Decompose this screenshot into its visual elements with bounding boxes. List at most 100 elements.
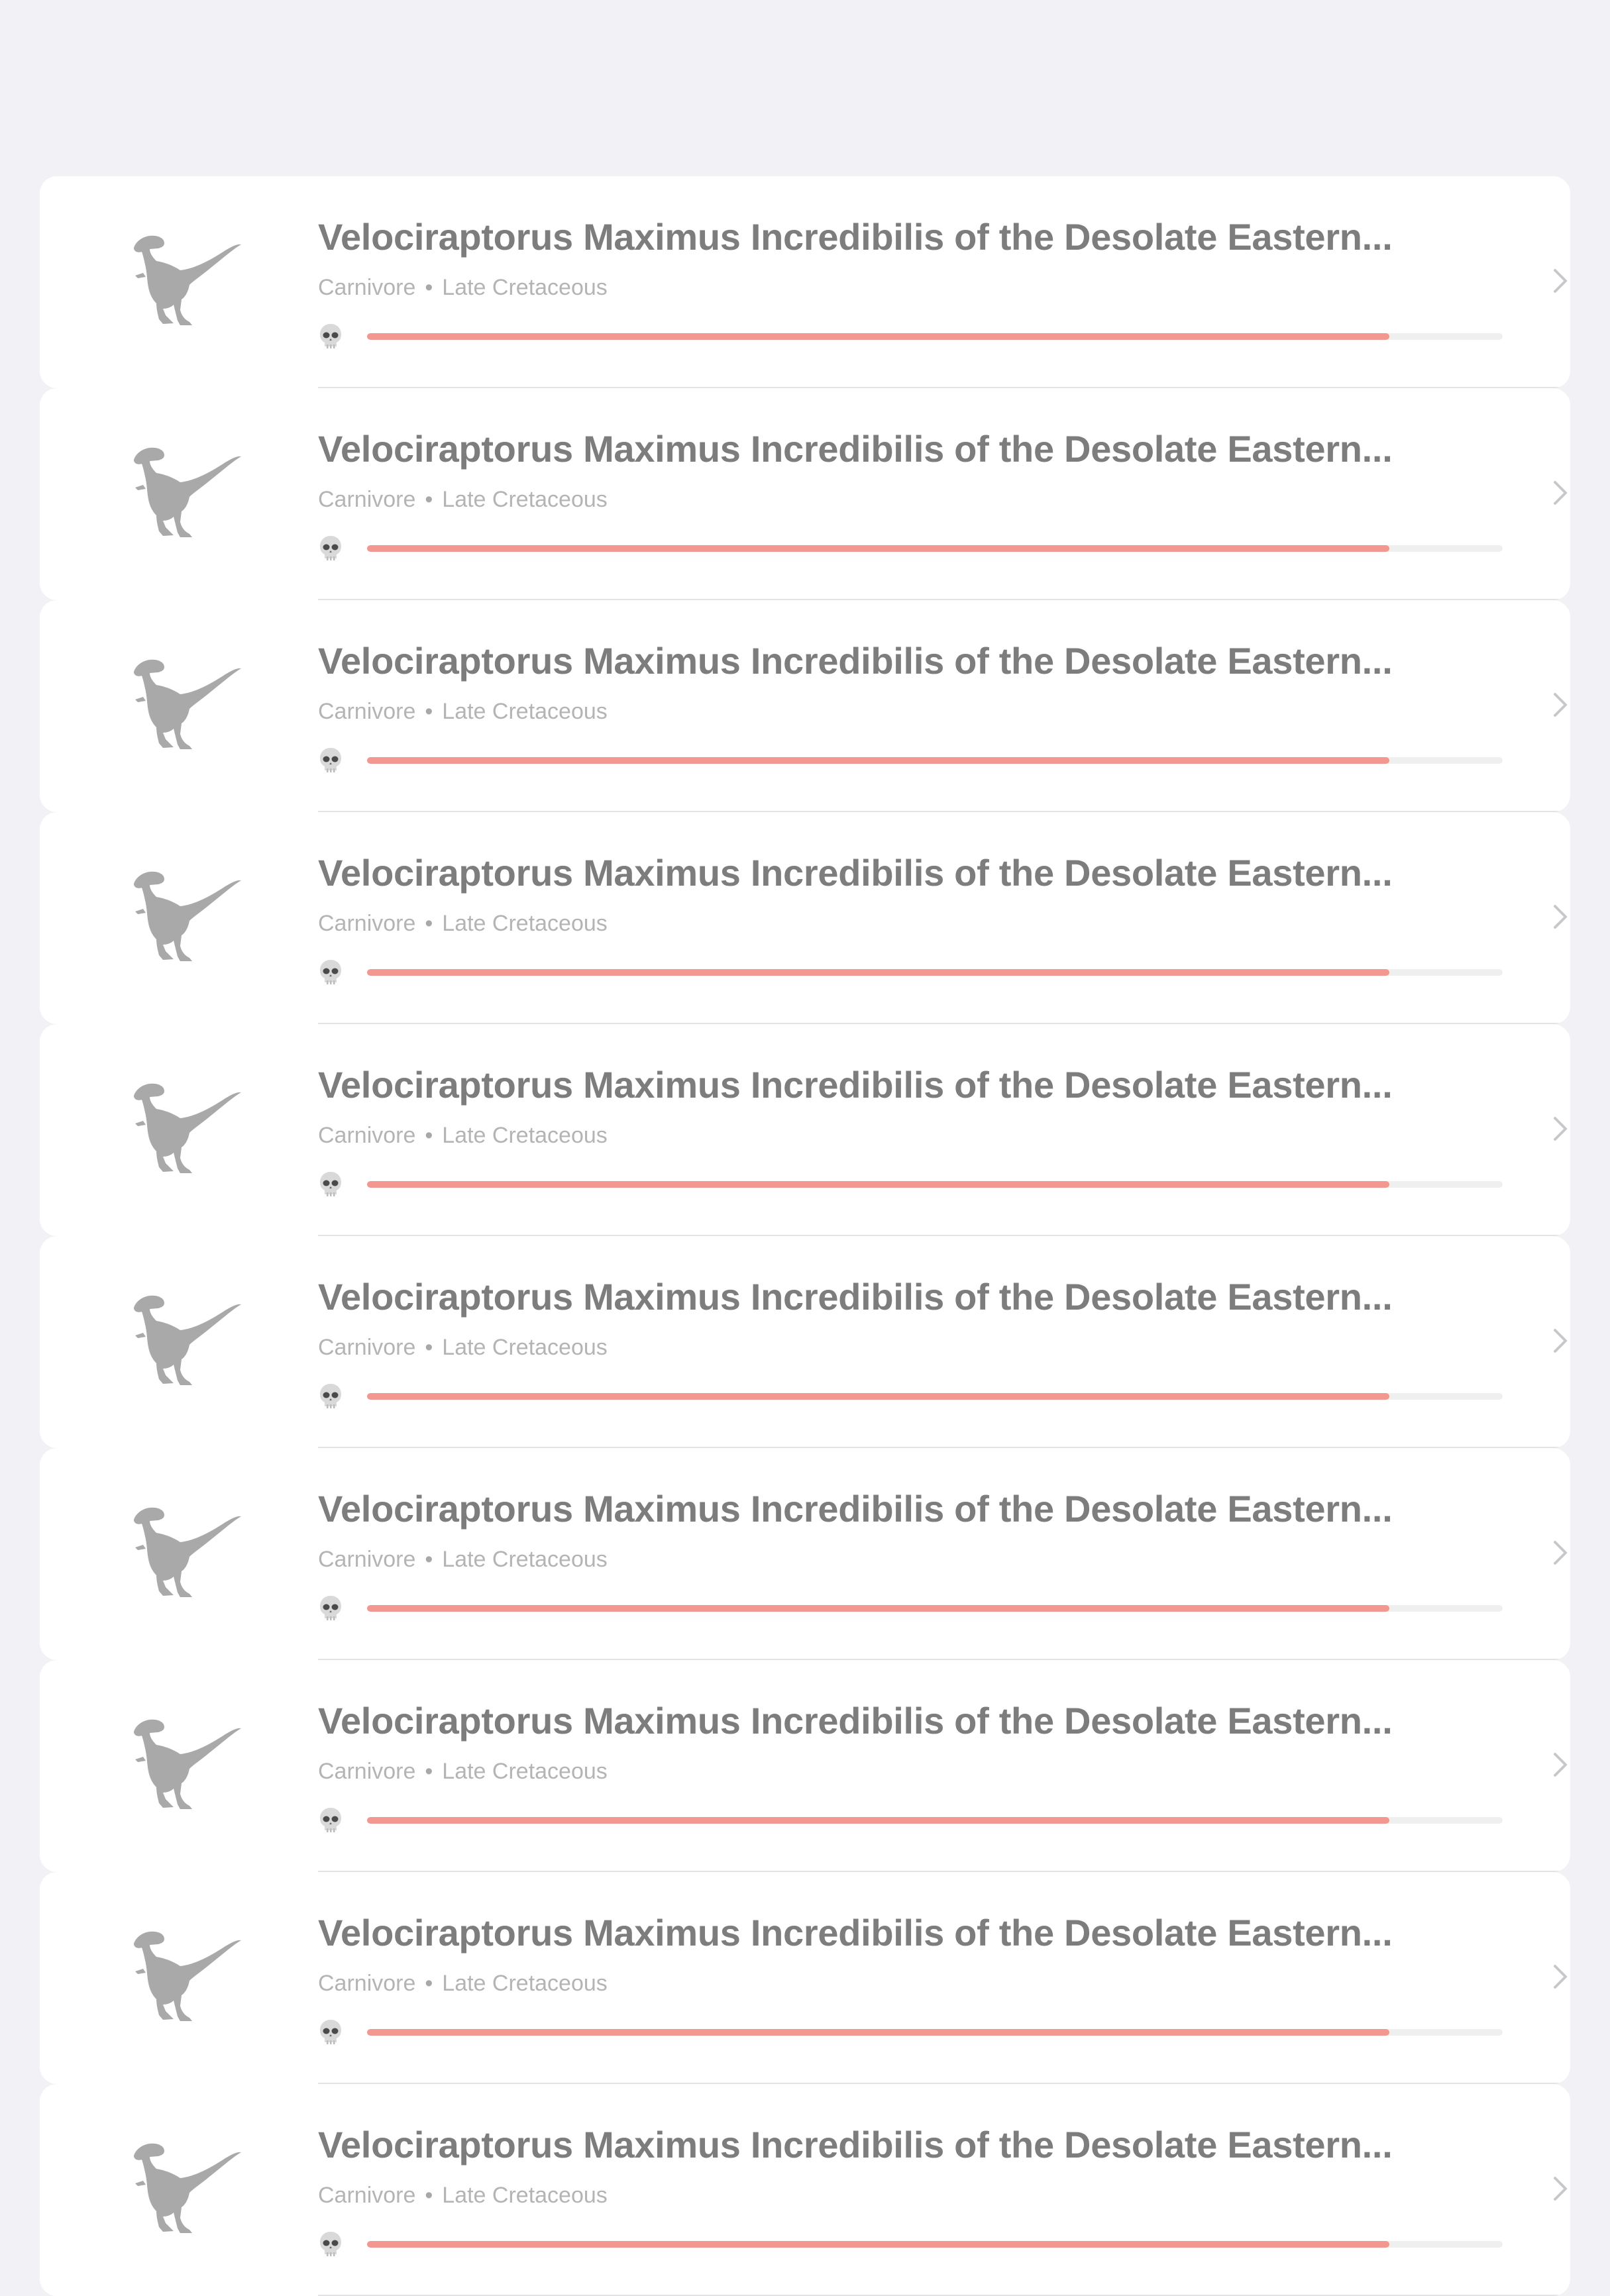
item-title: Velociraptorus Maximus Incredibilis of t… (318, 1276, 1393, 1318)
danger-progress-fill (367, 1393, 1389, 1400)
chevron-right-icon[interactable] (1552, 2175, 1569, 2202)
skull-icon (318, 2230, 343, 2258)
list-item[interactable]: Velociraptorus Maximus Incredibilis of t… (40, 2084, 1570, 2296)
chevron-right-icon[interactable] (1552, 1963, 1569, 1990)
separator-dot: • (425, 699, 433, 724)
skull-icon (318, 959, 343, 986)
list-item[interactable]: Velociraptorus Maximus Incredibilis of t… (40, 1660, 1570, 1872)
diet-label: Carnivore (318, 1335, 416, 1360)
danger-progress-bar (367, 969, 1503, 976)
chevron-right-icon[interactable] (1552, 480, 1569, 506)
separator-dot: • (425, 487, 433, 512)
item-subtitle: Carnivore • Late Cretaceous (318, 697, 608, 726)
separator-dot: • (425, 911, 433, 936)
chevron-right-icon[interactable] (1552, 904, 1569, 930)
danger-progress-fill (367, 969, 1389, 976)
list-item[interactable]: Velociraptorus Maximus Incredibilis of t… (40, 812, 1570, 1024)
chevron-right-icon[interactable] (1552, 1539, 1569, 1566)
danger-progress-fill (367, 1181, 1389, 1188)
raptor-icon (130, 1502, 242, 1600)
raptor-icon (130, 1714, 242, 1812)
list-item[interactable]: Velociraptorus Maximus Incredibilis of t… (40, 1872, 1570, 2084)
period-label: Late Cretaceous (442, 1971, 608, 1996)
period-label: Late Cretaceous (442, 487, 608, 512)
item-title: Velociraptorus Maximus Incredibilis of t… (318, 1488, 1393, 1530)
list-item[interactable]: Velociraptorus Maximus Incredibilis of t… (40, 388, 1570, 600)
period-label: Late Cretaceous (442, 1547, 608, 1572)
skull-icon (318, 1594, 343, 1622)
separator-dot: • (425, 275, 433, 300)
diet-label: Carnivore (318, 1971, 416, 1996)
chevron-right-icon[interactable] (1552, 1328, 1569, 1354)
danger-progress-fill (367, 757, 1389, 764)
skull-icon (318, 1171, 343, 1198)
item-subtitle: Carnivore • Late Cretaceous (318, 273, 608, 302)
diet-label: Carnivore (318, 2183, 416, 2208)
danger-progress-fill (367, 2029, 1389, 2036)
period-label: Late Cretaceous (442, 1759, 608, 1784)
danger-progress-bar (367, 1393, 1503, 1400)
diet-label: Carnivore (318, 699, 416, 724)
item-title: Velociraptorus Maximus Incredibilis of t… (318, 852, 1393, 894)
diet-label: Carnivore (318, 487, 416, 512)
skull-icon (318, 1383, 343, 1410)
danger-progress-bar (367, 757, 1503, 764)
separator-dot: • (425, 1547, 433, 1572)
diet-label: Carnivore (318, 275, 416, 300)
separator-dot: • (425, 1759, 433, 1784)
danger-progress-bar (367, 2241, 1503, 2248)
chevron-right-icon[interactable] (1552, 268, 1569, 294)
list-item[interactable]: Velociraptorus Maximus Incredibilis of t… (40, 600, 1570, 812)
danger-progress-fill (367, 1817, 1389, 1824)
danger-progress-fill (367, 2241, 1389, 2248)
danger-progress-fill (367, 333, 1389, 340)
separator-dot: • (425, 1335, 433, 1360)
danger-progress-fill (367, 1605, 1389, 1612)
raptor-icon (130, 443, 242, 541)
danger-progress-bar (367, 1181, 1503, 1188)
item-subtitle: Carnivore • Late Cretaceous (318, 2181, 608, 2210)
diet-label: Carnivore (318, 1547, 416, 1572)
item-subtitle: Carnivore • Late Cretaceous (318, 1121, 608, 1150)
separator-dot: • (425, 1971, 433, 1996)
danger-progress-bar (367, 1817, 1503, 1824)
skull-icon (318, 747, 343, 774)
item-title: Velociraptorus Maximus Incredibilis of t… (318, 1912, 1393, 1954)
skull-icon (318, 2018, 343, 2046)
chevron-right-icon[interactable] (1552, 1116, 1569, 1142)
list-item[interactable]: Velociraptorus Maximus Incredibilis of t… (40, 1236, 1570, 1448)
list-item[interactable]: Velociraptorus Maximus Incredibilis of t… (40, 1448, 1570, 1660)
danger-progress-bar (367, 1605, 1503, 1612)
skull-icon (318, 535, 343, 562)
danger-progress-bar (367, 2029, 1503, 2036)
chevron-right-icon[interactable] (1552, 1751, 1569, 1778)
item-subtitle: Carnivore • Late Cretaceous (318, 1333, 608, 1362)
diet-label: Carnivore (318, 911, 416, 936)
period-label: Late Cretaceous (442, 2183, 608, 2208)
raptor-icon (130, 1290, 242, 1388)
dinosaur-list: Velociraptorus Maximus Incredibilis of t… (40, 176, 1570, 2296)
chevron-right-icon[interactable] (1552, 692, 1569, 718)
period-label: Late Cretaceous (442, 911, 608, 936)
raptor-icon (130, 1926, 242, 2024)
item-title: Velociraptorus Maximus Incredibilis of t… (318, 2124, 1393, 2166)
danger-progress-bar (367, 545, 1503, 552)
item-title: Velociraptorus Maximus Incredibilis of t… (318, 428, 1393, 470)
list-item[interactable]: Velociraptorus Maximus Incredibilis of t… (40, 1024, 1570, 1236)
diet-label: Carnivore (318, 1123, 416, 1148)
item-subtitle: Carnivore • Late Cretaceous (318, 1545, 608, 1574)
item-title: Velociraptorus Maximus Incredibilis of t… (318, 1700, 1393, 1742)
skull-icon (318, 323, 343, 350)
period-label: Late Cretaceous (442, 275, 608, 300)
skull-icon (318, 1806, 343, 1834)
item-title: Velociraptorus Maximus Incredibilis of t… (318, 640, 1393, 682)
item-subtitle: Carnivore • Late Cretaceous (318, 1757, 608, 1786)
item-subtitle: Carnivore • Late Cretaceous (318, 485, 608, 514)
danger-progress-fill (367, 545, 1389, 552)
item-subtitle: Carnivore • Late Cretaceous (318, 1969, 608, 1998)
item-title: Velociraptorus Maximus Incredibilis of t… (318, 1064, 1393, 1106)
item-title: Velociraptorus Maximus Incredibilis of t… (318, 216, 1393, 258)
list-item[interactable]: Velociraptorus Maximus Incredibilis of t… (40, 176, 1570, 388)
danger-progress-bar (367, 333, 1503, 340)
raptor-icon (130, 1078, 242, 1176)
